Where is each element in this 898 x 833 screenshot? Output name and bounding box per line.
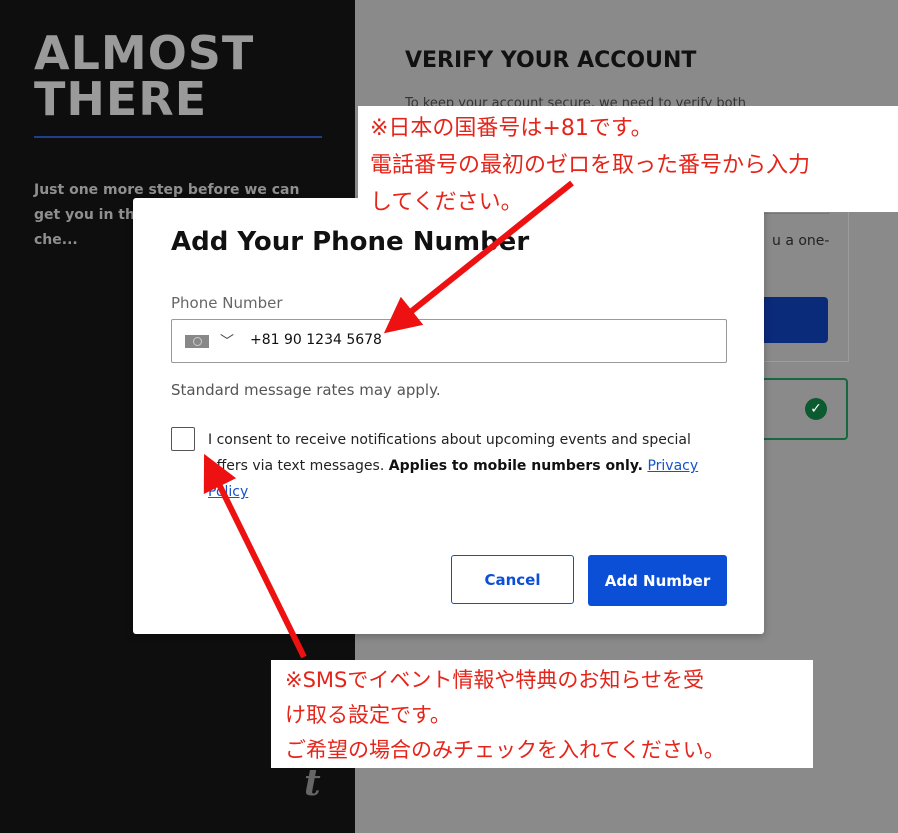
arrow-to-phone-field: [383, 180, 574, 334]
arrow-to-consent-checkbox: [203, 453, 307, 659]
annotation-arrows: [203, 180, 574, 659]
